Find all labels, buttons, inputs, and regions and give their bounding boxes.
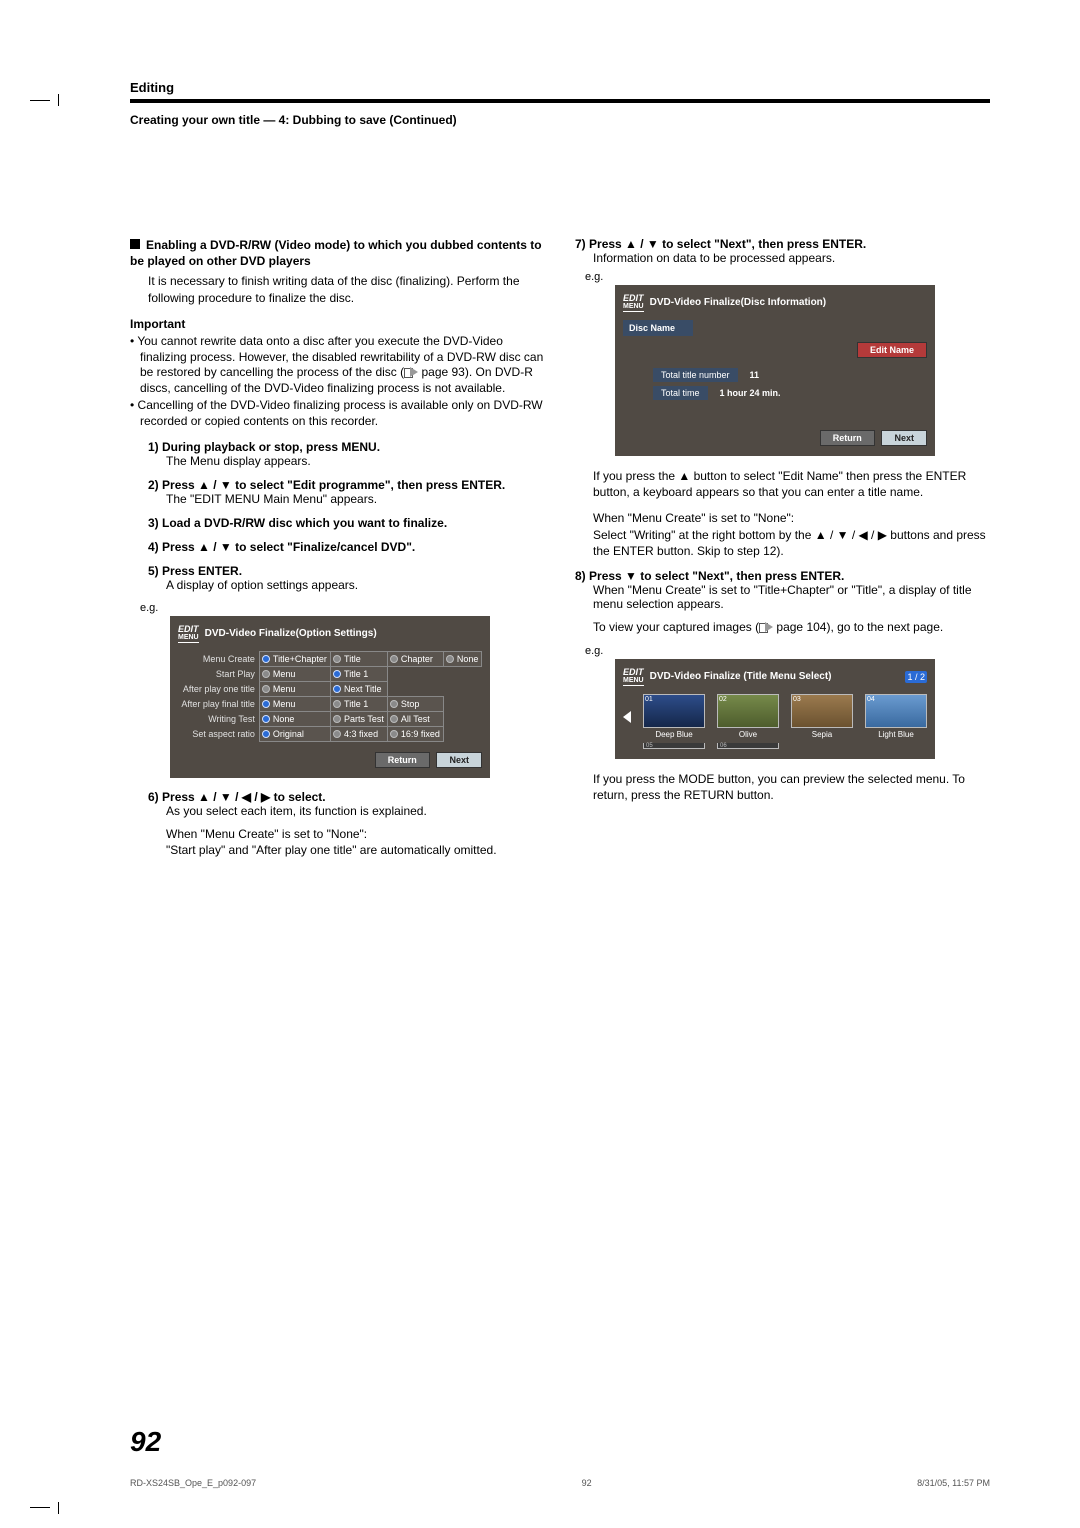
osd-disc-information: EDITMENU DVD-Video Finalize(Disc Informa… (615, 285, 935, 456)
mode-preview-text: If you press the MODE button, you can pr… (593, 771, 990, 803)
left-column: Enabling a DVD-R/RW (Video mode) to whic… (130, 237, 545, 868)
radio-icon (446, 655, 454, 663)
footer-right: 8/31/05, 11:57 PM (917, 1478, 990, 1488)
page-number: 92 (130, 1426, 161, 1458)
menu-none-text: When "Menu Create" is set to "None": Sel… (593, 510, 990, 559)
table-row: Start Play Menu Title 1 (178, 666, 482, 681)
important-item: You cannot rewrite data onto a disc afte… (130, 334, 545, 396)
step-body: Information on data to be processed appe… (593, 251, 990, 265)
step-6: 6) Press ▲ / ▼ / ◀ / ▶ to select. As you… (148, 790, 545, 858)
step-body: The "EDIT MENU Main Menu" appears. (166, 492, 545, 506)
section-header: Editing (130, 80, 990, 95)
step-2: 2) Press ▲ / ▼ to select "Edit programme… (148, 478, 545, 506)
table-row: After play final title Menu Title 1 Stop (178, 696, 482, 711)
osd-title: DVD-Video Finalize(Disc Information) (650, 297, 827, 308)
thumb-olive[interactable]: 02 Olive (717, 694, 779, 739)
footer: RD-XS24SB_Ope_E_p092-097 92 8/31/05, 11:… (130, 1478, 990, 1488)
step-5: 5) Press ENTER. A display of option sett… (148, 564, 545, 592)
left-heading-body: It is necessary to finish writing data o… (148, 273, 545, 305)
return-button[interactable]: Return (375, 752, 430, 768)
left-heading: Enabling a DVD-R/RW (Video mode) to whic… (130, 237, 545, 269)
important-label: Important (130, 316, 545, 332)
osd-title: DVD-Video Finalize(Option Settings) (205, 628, 377, 639)
table-row: Menu Create Title+Chapter Title Chapter … (178, 651, 482, 666)
thumb-row2[interactable]: 05 (643, 743, 705, 749)
captured-images-text: To view your captured images ( page 104)… (593, 619, 990, 635)
step-1: 1) During playback or stop, press MENU. … (148, 440, 545, 468)
step6-note: When "Menu Create" is set to "None": "St… (166, 826, 545, 858)
step-3: 3) Load a DVD-R/RW disc which you want t… (148, 516, 545, 530)
goto-page-icon (404, 367, 418, 377)
return-button[interactable]: Return (820, 430, 875, 446)
edit-menu-logo: EDITMENU (178, 624, 199, 643)
disc-name-label: Disc Name (623, 320, 693, 336)
radio-icon (333, 655, 341, 663)
important-list: You cannot rewrite data onto a disc afte… (130, 334, 545, 430)
step-7: 7) Press ▲ / ▼ to select "Next", then pr… (575, 237, 990, 265)
step-body: As you select each item, its function is… (166, 804, 545, 818)
important-item: Cancelling of the DVD-Video finalizing p… (130, 398, 545, 429)
step-8: 8) Press ▼ to select "Next", then press … (575, 569, 990, 635)
next-button[interactable]: Next (436, 752, 482, 768)
goto-page-icon (759, 622, 773, 632)
eg-label: e.g. (585, 271, 990, 283)
radio-icon (390, 655, 398, 663)
square-bullet-icon (130, 239, 140, 249)
footer-mid: 92 (582, 1478, 592, 1488)
info-row: Total title number 11 (623, 368, 927, 382)
steps-list: 1) During playback or stop, press MENU. … (148, 440, 545, 592)
edit-menu-logo: EDITMENU (623, 667, 644, 686)
step-4: 4) Press ▲ / ▼ to select "Finalize/cance… (148, 540, 545, 554)
thumb-light-blue[interactable]: 04 Light Blue (865, 694, 927, 739)
info-row: Total time 1 hour 24 min. (623, 386, 927, 400)
eg-label: e.g. (140, 602, 545, 614)
osd-title: DVD-Video Finalize (Title Menu Select) (650, 671, 832, 682)
footer-left: RD-XS24SB_Ope_E_p092-097 (130, 1478, 256, 1488)
page-subheader: Creating your own title — 4: Dubbing to … (130, 113, 990, 127)
after-osd2-text: If you press the ▲ button to select "Edi… (593, 468, 990, 500)
thumb-sepia[interactable]: 03 Sepia (791, 694, 853, 739)
step-body: The Menu display appears. (166, 454, 545, 468)
step-body: A display of option settings appears. (166, 578, 545, 592)
edit-name-button[interactable]: Edit Name (857, 342, 927, 358)
thumb-deep-blue[interactable]: 01 Deep Blue (643, 694, 705, 739)
osd-title-menu-select: EDITMENU DVD-Video Finalize (Title Menu … (615, 659, 935, 759)
right-column: 7) Press ▲ / ▼ to select "Next", then pr… (575, 237, 990, 868)
page-indicator: 1 / 2 (905, 671, 927, 683)
table-row: Set aspect ratio Original 4:3 fixed 16:9… (178, 726, 482, 741)
osd-option-settings: EDITMENU DVD-Video Finalize(Option Setti… (170, 616, 490, 778)
table-row: After play one title Menu Next Title (178, 681, 482, 696)
step-body: When "Menu Create" is set to "Title+Chap… (593, 583, 990, 611)
radio-selected-icon (262, 655, 270, 663)
section-rule (130, 99, 990, 103)
edit-menu-logo: EDITMENU (623, 293, 644, 312)
osd-option-table: Menu Create Title+Chapter Title Chapter … (178, 651, 482, 742)
table-row: Writing Test None Parts Test All Test (178, 711, 482, 726)
next-button[interactable]: Next (881, 430, 927, 446)
thumb-row2[interactable]: 06 (717, 743, 779, 749)
arrow-left-icon[interactable] (623, 711, 631, 723)
eg-label: e.g. (585, 645, 990, 657)
